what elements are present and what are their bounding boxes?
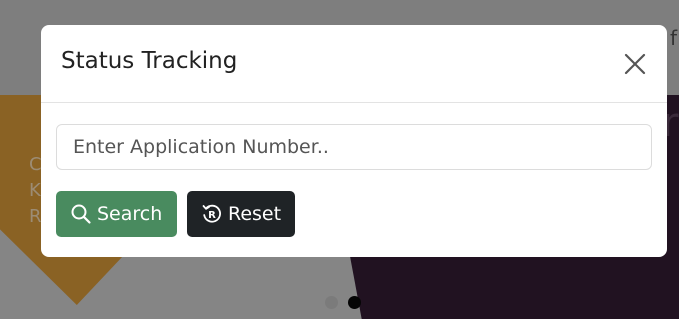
reset-button[interactable]: R Reset (187, 191, 295, 237)
close-button[interactable] (624, 53, 646, 75)
modal-title: Status Tracking (61, 48, 238, 74)
carousel-dot-1[interactable] (325, 296, 338, 309)
search-button[interactable]: Search (56, 191, 177, 237)
background-header-fragment: f (670, 26, 678, 50)
reset-icon: R (202, 204, 221, 223)
reset-button-label: Reset (228, 203, 282, 225)
status-tracking-modal: Status Tracking Search R Reset (41, 25, 667, 257)
search-icon (71, 204, 91, 224)
close-icon (624, 53, 646, 75)
svg-text:R: R (208, 210, 216, 221)
modal-header: Status Tracking (41, 25, 667, 103)
search-button-label: Search (97, 203, 163, 225)
carousel-dot-2-active[interactable] (348, 296, 361, 309)
application-number-input[interactable] (56, 124, 652, 170)
